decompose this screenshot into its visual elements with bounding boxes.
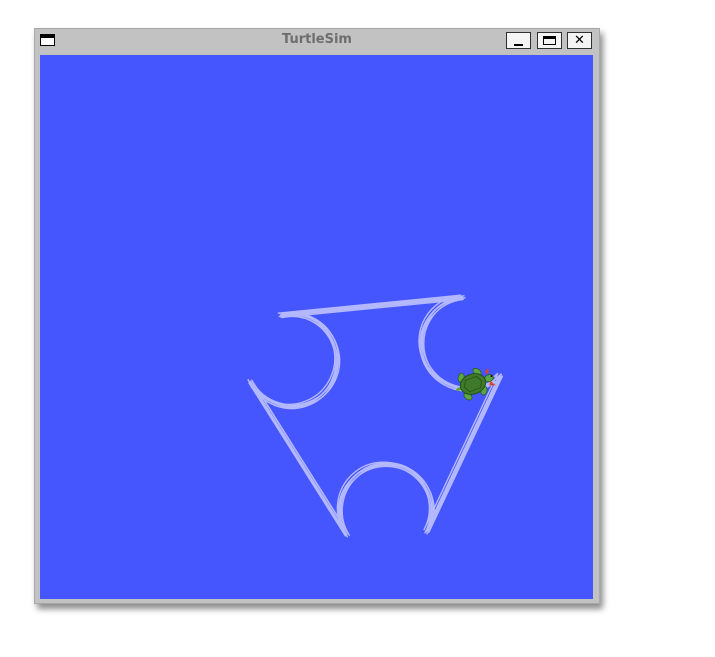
trail-strand bbox=[250, 295, 503, 535]
turtlesim-window: TurtleSim ✕ bbox=[34, 28, 600, 604]
maximize-icon bbox=[543, 36, 556, 45]
pen-trail bbox=[249, 296, 501, 536]
trail-strands bbox=[247, 294, 504, 538]
trail-strand bbox=[247, 294, 499, 534]
turtle-canvas bbox=[40, 55, 593, 599]
close-icon: ✕ bbox=[574, 33, 585, 48]
title-bar[interactable]: TurtleSim ✕ bbox=[35, 29, 599, 54]
minimize-icon bbox=[514, 43, 523, 46]
trail-drawing bbox=[247, 294, 504, 538]
trail-strand bbox=[248, 297, 500, 537]
close-button[interactable]: ✕ bbox=[567, 32, 592, 49]
trail-strand bbox=[250, 298, 502, 538]
trail-strand bbox=[251, 297, 504, 537]
minimize-button[interactable] bbox=[506, 32, 531, 49]
maximize-button[interactable] bbox=[537, 32, 562, 49]
